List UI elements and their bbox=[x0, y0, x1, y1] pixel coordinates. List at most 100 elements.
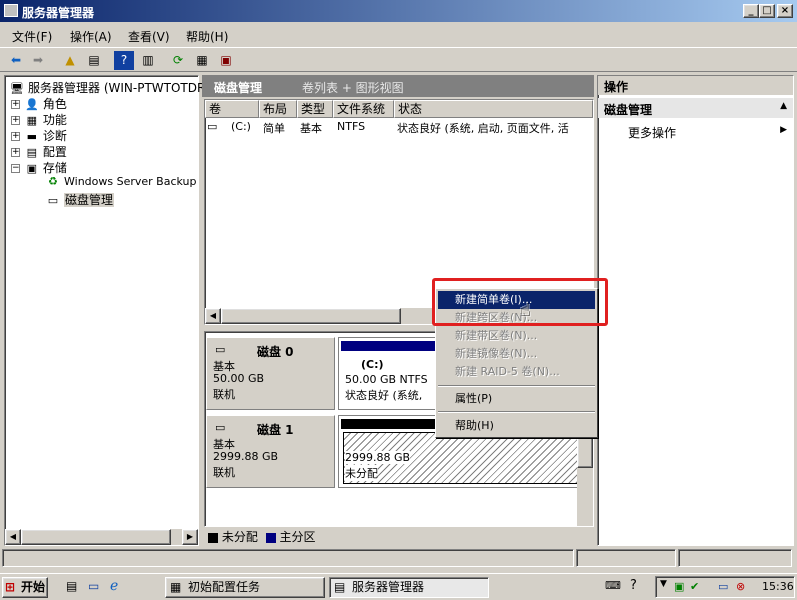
roles-icon: 👤 bbox=[24, 97, 39, 111]
keyboard-icon[interactable]: ⌨ bbox=[605, 579, 621, 592]
security-icon[interactable]: ✔ bbox=[690, 580, 699, 593]
menu-new-striped-volume[interactable]: 新建带区卷(N)... bbox=[438, 327, 595, 345]
actions-pane: 操作 磁盘管理 ▲ 更多操作 ▶ bbox=[597, 75, 794, 546]
task-icon: ▤ bbox=[334, 580, 346, 594]
server-manager-icon bbox=[4, 4, 18, 17]
col-type[interactable]: 类型 bbox=[297, 100, 333, 118]
menu-new-raid5-volume[interactable]: 新建 RAID-5 卷(N)... bbox=[438, 363, 595, 381]
tree-configuration[interactable]: + ▤ 配置 bbox=[11, 143, 67, 160]
tree-roles[interactable]: + 👤 角色 bbox=[11, 95, 67, 112]
col-filesystem[interactable]: 文件系统 bbox=[333, 100, 394, 118]
scroll-left-icon[interactable]: ◀ bbox=[5, 529, 21, 545]
properties-icon[interactable]: ▦ bbox=[192, 51, 212, 70]
sound-muted-icon[interactable]: ⊗ bbox=[736, 580, 745, 593]
clock[interactable]: 15:36 bbox=[762, 580, 794, 593]
refresh-icon[interactable]: ⟳ bbox=[168, 51, 188, 70]
menu-help[interactable]: 帮助(H) bbox=[438, 417, 595, 435]
show-hide-tree-icon[interactable]: ▤ bbox=[84, 51, 104, 70]
legend: 未分配 主分区 bbox=[208, 528, 316, 544]
disk-tool-icon[interactable]: ▣ bbox=[216, 51, 236, 70]
expand-icon[interactable]: + bbox=[11, 100, 20, 109]
tree-pane: 🖥 服务器管理器 (WIN-PTWTOTDRL5 + 👤 角色 + ▦ 功能 + ▬ 诊… bbox=[4, 75, 220, 546]
disk0-header[interactable]: ▭ 磁盘 0 基本 50.00 GB 联机 bbox=[206, 337, 335, 410]
minimize-button[interactable]: _ bbox=[743, 4, 759, 18]
center-title: 磁盘管理 bbox=[214, 81, 263, 95]
disk-icon: ▭ bbox=[215, 343, 226, 356]
menu-action[interactable]: 操作(A) bbox=[70, 28, 112, 45]
taskbar-task-server-manager[interactable]: ▤ 服务器管理器 bbox=[329, 577, 489, 598]
tray-arrow-icon[interactable]: ▼ bbox=[660, 579, 667, 589]
up-folder-icon[interactable]: ▲ bbox=[60, 51, 80, 70]
config-icon: ▤ bbox=[26, 145, 38, 159]
scroll-left-icon[interactable]: ◀ bbox=[205, 308, 221, 324]
show-desktop-icon[interactable]: ▭ bbox=[88, 579, 99, 593]
close-button[interactable]: × bbox=[777, 4, 793, 18]
server-manager-quick-icon[interactable]: ▤ bbox=[66, 579, 77, 593]
toolbar: ⬅ ➡ ▲ ▤ ? ▥ ⟳ ▦ ▣ bbox=[0, 47, 797, 72]
storage-icon: ▣ bbox=[26, 161, 38, 175]
menu-new-mirrored-volume[interactable]: 新建镜像卷(N)... bbox=[438, 345, 595, 363]
collapse-up-icon[interactable]: ▲ bbox=[780, 101, 787, 111]
col-status[interactable]: 状态 bbox=[394, 100, 593, 118]
mouse-pointer-icon: ☝ bbox=[520, 300, 531, 321]
taskbar-task-initial-config[interactable]: ▦ 初始配置任务 bbox=[165, 577, 325, 598]
status-bar bbox=[2, 549, 794, 569]
windows-logo-icon: ⊞ bbox=[5, 580, 16, 594]
menu-separator bbox=[438, 385, 595, 387]
table-row[interactable]: ▭ (C:) 简单 基本 NTFS 状态良好 (系统, 启动, 页面文件, 活 bbox=[205, 118, 593, 136]
menu-properties[interactable]: 属性(P) bbox=[438, 390, 595, 408]
tree-disk-management[interactable]: ▭ 磁盘管理 bbox=[45, 191, 115, 208]
tree-windows-backup[interactable]: ♻ Windows Server Backup bbox=[45, 175, 196, 189]
disk1-header[interactable]: ▭ 磁盘 1 基本 2999.88 GB 联机 bbox=[206, 415, 335, 488]
submenu-arrow-icon: ▶ bbox=[780, 125, 787, 135]
center-header: 磁盘管理 卷列表 + 图形视图 bbox=[202, 75, 594, 97]
actions-title: 操作 bbox=[598, 76, 793, 95]
ie-icon[interactable]: ℯ bbox=[110, 578, 118, 594]
status-panel-1 bbox=[2, 549, 574, 567]
more-actions-link[interactable]: 更多操作 bbox=[628, 124, 676, 141]
actions-section[interactable]: 磁盘管理 ▲ bbox=[598, 98, 793, 118]
tree-features[interactable]: + ▦ 功能 bbox=[11, 111, 67, 128]
tree-storage[interactable]: − ▣ 存储 bbox=[11, 159, 67, 176]
server-icon: 🖥 bbox=[10, 81, 24, 95]
disk-management-icon: ▭ bbox=[47, 193, 59, 207]
volume-drive-icon: ▭ bbox=[207, 120, 218, 133]
menu-file[interactable]: 文件(F) bbox=[12, 28, 52, 45]
title-bar: 服务器管理器 _ □ × bbox=[0, 0, 797, 22]
maximize-button[interactable]: □ bbox=[759, 4, 775, 18]
window-title: 服务器管理器 bbox=[22, 6, 95, 20]
tree-diagnostics[interactable]: + ▬ 诊断 bbox=[11, 127, 67, 144]
scroll-thumb[interactable] bbox=[221, 308, 401, 324]
col-volume[interactable]: 卷 bbox=[205, 100, 259, 118]
legend-primary-swatch bbox=[265, 532, 276, 543]
menu-view[interactable]: 查看(V) bbox=[128, 28, 170, 45]
scroll-thumb[interactable] bbox=[21, 529, 171, 545]
features-icon: ▦ bbox=[26, 113, 38, 127]
tree-hscrollbar[interactable]: ◀ ▶ bbox=[5, 529, 198, 545]
back-icon[interactable]: ⬅ bbox=[6, 51, 26, 70]
show-action-pane-icon[interactable]: ▥ bbox=[138, 51, 158, 70]
monitor-icon[interactable]: ▭ bbox=[718, 580, 728, 593]
menu-bar: 文件(F) 操作(A) 查看(V) 帮助(H) bbox=[0, 24, 797, 46]
help-circle-icon[interactable]: ? bbox=[630, 578, 637, 593]
col-layout[interactable]: 布局 bbox=[259, 100, 297, 118]
menu-separator bbox=[438, 411, 595, 413]
forward-icon[interactable]: ➡ bbox=[28, 51, 48, 70]
task-icon: ▦ bbox=[170, 580, 182, 594]
help-icon[interactable]: ? bbox=[114, 51, 134, 70]
center-subtitle: 卷列表 + 图形视图 bbox=[302, 81, 404, 95]
expand-icon[interactable]: + bbox=[11, 116, 20, 125]
status-panel-2 bbox=[576, 549, 676, 567]
collapse-icon[interactable]: − bbox=[11, 164, 20, 173]
tree-root[interactable]: 🖥 服务器管理器 (WIN-PTWTOTDRL5 bbox=[9, 79, 220, 96]
scroll-right-icon[interactable]: ▶ bbox=[182, 529, 198, 545]
legend-unallocated-swatch bbox=[208, 532, 218, 543]
menu-help[interactable]: 帮助(H) bbox=[186, 28, 228, 45]
expand-icon[interactable]: + bbox=[11, 148, 20, 157]
diagnostics-icon: ▬ bbox=[26, 129, 38, 143]
expand-icon[interactable]: + bbox=[11, 132, 20, 141]
taskbar: ⊞ 开始 ▤ ▭ ℯ ▦ 初始配置任务 ▤ 服务器管理器 ⌨ ? ▼ ▣ ✔ ▭… bbox=[0, 573, 797, 600]
disk-icon: ▭ bbox=[215, 421, 226, 434]
network-icon[interactable]: ▣ bbox=[674, 580, 684, 593]
start-button[interactable]: ⊞ 开始 bbox=[2, 577, 48, 598]
